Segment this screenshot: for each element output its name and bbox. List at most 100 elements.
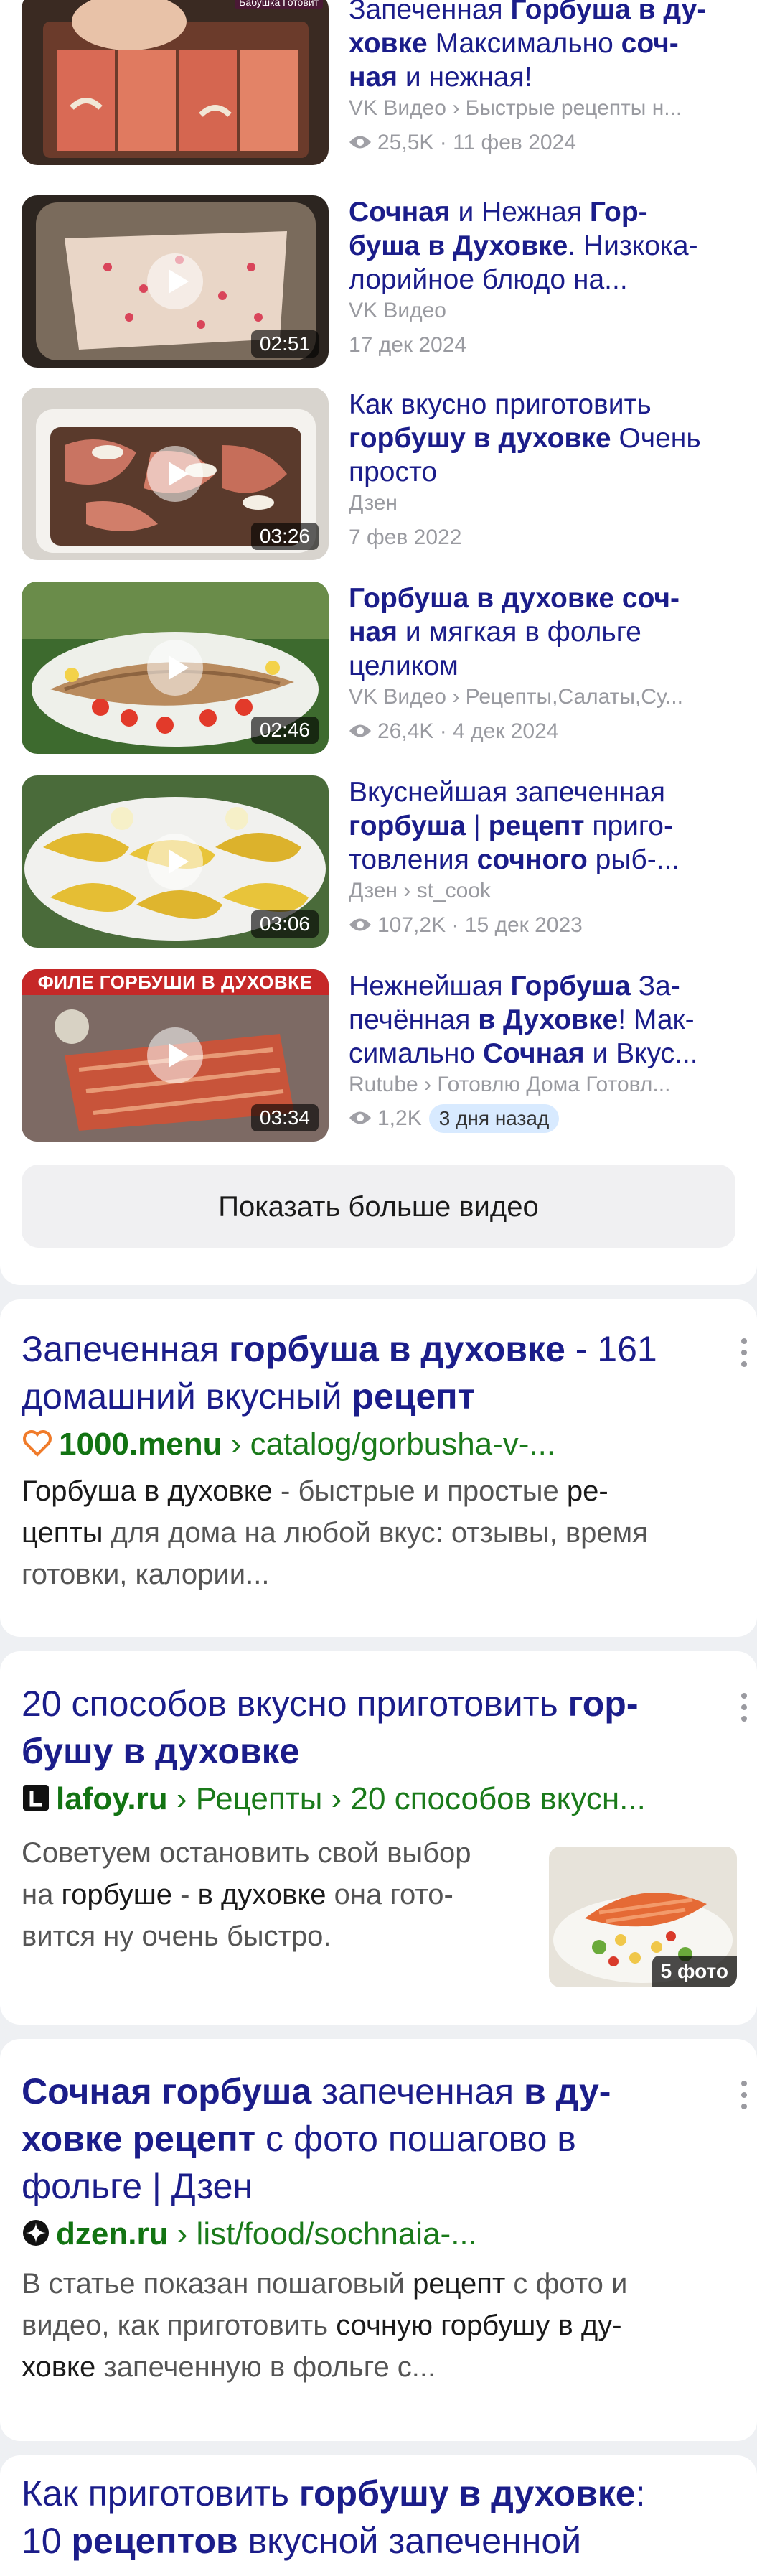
video-stats: 7 фев 2022 (349, 524, 751, 551)
video-thumbnail[interactable]: 03:06 (22, 775, 329, 948)
text-fragment: : (635, 2473, 646, 2514)
thumbnail-banner: ФИЛЕ ГОРБУШИ В ДУХОВКЕ (22, 969, 329, 995)
video-thumbnail[interactable]: 03:26 (22, 388, 329, 560)
dzen-icon (23, 2220, 49, 2246)
more-options-icon[interactable] (740, 1693, 748, 1727)
text-fragment: и Вкус... (584, 1038, 698, 1069)
text-fragment: домашний вкусный (22, 1376, 352, 1417)
video-title[interactable]: Горбуша в духовке соч-ная и мягкая в фол… (349, 582, 757, 683)
video-title[interactable]: Сочная и Нежная Гор-буша в Духовке. Низк… (349, 195, 757, 297)
text-fragment: Очень (611, 423, 701, 454)
video-item[interactable]: 02:51 Сочная и Нежная Гор-буша в Духовке… (22, 195, 739, 368)
result-domain: dzen.ru (56, 2216, 169, 2251)
video-stats: 25,5K · 11 фев 2024 (349, 129, 751, 157)
lafoy-icon (23, 1785, 49, 1811)
eye-icon (349, 724, 371, 737)
video-duration: 02:51 (250, 330, 319, 358)
video-date: 7 фев 2022 (349, 526, 462, 549)
result-url[interactable]: 1000.menu › catalog/gorbusha-v-... (22, 1424, 718, 1465)
play-icon[interactable] (147, 834, 203, 890)
highlighted-term: соч- (621, 28, 679, 59)
video-views: 25,5K (377, 131, 434, 154)
text-fragment: Вкуснейшая запеченная (349, 777, 665, 808)
video-duration: 03:06 (250, 910, 319, 938)
video-item[interactable]: 03:06 Вкуснейшая запеченная горбуша | рец… (22, 775, 739, 948)
text-fragment: 20 способов вкусно приготовить (22, 1684, 568, 1724)
eye-icon (349, 918, 371, 931)
highlighted-term: горбуша в духовке (229, 1329, 565, 1369)
text-fragment: Советуем остановить свой выбор (22, 1837, 471, 1869)
result-title-link[interactable]: Как приготовить горбушу в духовке: 10 рец… (22, 2470, 728, 2565)
highlighted-term: Сочная (349, 197, 451, 228)
highlighted-term: Сочная (482, 1038, 585, 1069)
video-source: VK Видео (349, 299, 446, 322)
video-title[interactable]: Нежнейшая Горбуша За-печённая в Духовке!… (349, 969, 757, 1070)
text-fragment: печённая (349, 1004, 479, 1035)
result-title-link[interactable]: Сочная горбуша запеченная в ду-ховке рец… (22, 2068, 728, 2210)
highlighted-term: ховке рецепт (22, 2119, 256, 2159)
video-source: VK Видео › Быстрые рецепты н... (349, 96, 682, 120)
video-stats: 17 дек 2024 (349, 332, 751, 359)
video-results-card: Бабушка Готовит Запеченная Горбуша в ду-… (0, 0, 757, 1285)
highlighted-term: рецепт (413, 2268, 506, 2300)
highlighted-term: рецепт (352, 1376, 476, 1417)
video-title[interactable]: Запеченная Горбуша в ду-ховке Максимальн… (349, 0, 757, 94)
thumbnail-watermark: Бабушка Готовит (235, 0, 323, 9)
video-thumbnail[interactable]: 02:51 (22, 195, 329, 368)
text-fragment: Максимально (427, 28, 621, 59)
text-fragment: Запеченная (22, 1329, 230, 1369)
result-snippet: В статье показан пошаговый рецепт с фото… (22, 2263, 728, 2388)
video-thumbnail[interactable]: Бабушка Готовит (22, 0, 329, 165)
highlighted-term: гор- (568, 1684, 639, 1724)
video-source: Дзен (349, 491, 398, 515)
result-photo[interactable]: 5 фото (549, 1847, 737, 1987)
highlighted-term: горбуша (349, 811, 466, 841)
result-url[interactable]: dzen.ru › list/food/sochnaia-... (22, 2214, 718, 2254)
play-icon[interactable] (147, 446, 203, 502)
video-date: 17 дек 2024 (349, 333, 467, 357)
search-results-page: Бабушка Готовит Запеченная Горбуша в ду-… (0, 0, 757, 2576)
video-duration: 02:46 (250, 717, 319, 744)
video-title[interactable]: Вкуснейшая запеченная горбуша | рецепт пр… (349, 775, 757, 877)
video-item[interactable]: ФИЛЕ ГОРБУШИ В ДУХОВКЕ 03:34 Нежнейшая Г… (22, 969, 739, 1142)
play-icon[interactable] (147, 640, 203, 696)
text-fragment: - 161 (565, 1329, 657, 1369)
video-thumbnail[interactable]: 02:46 (22, 582, 329, 754)
highlighted-term: ховке (349, 28, 428, 59)
video-stats: 107,2K · 15 дек 2023 (349, 912, 751, 939)
text-fragment: на (22, 1879, 62, 1910)
text-fragment: 10 (22, 2521, 72, 2561)
play-icon[interactable] (147, 1027, 203, 1083)
text-fragment: В статье показан пошаговый (22, 2268, 413, 2300)
video-thumbnail[interactable]: ФИЛЕ ГОРБУШИ В ДУХОВКЕ 03:34 (22, 969, 329, 1142)
highlighted-term: ная (349, 62, 398, 93)
date-badge: 3 дня назад (428, 1104, 560, 1133)
heart-icon (23, 1430, 52, 1457)
highlighted-term: горбушу в духовке (298, 2473, 636, 2514)
result-title-link[interactable]: Запеченная горбуша в духовке - 161 домашн… (22, 1325, 728, 1420)
play-icon[interactable] (147, 253, 203, 309)
search-result: Сочная горбуша запеченная в ду-ховке рец… (0, 2039, 757, 2441)
show-more-videos-button[interactable]: Показать больше видео (22, 1165, 735, 1248)
result-path: › Рецепты › 20 способов вкусн... (167, 1781, 646, 1816)
text-fragment: Как приготовить (22, 2473, 299, 2514)
text-fragment: приго- (584, 811, 673, 841)
result-url[interactable]: lafoy.ru › Рецепты › 20 способов вкусн..… (22, 1779, 718, 1819)
more-options-icon[interactable] (740, 2081, 748, 2115)
highlighted-term: сочного (476, 844, 588, 875)
highlighted-term: в духовке (197, 1879, 326, 1910)
video-item[interactable]: 03:26 Как вкусно приготовить горбушу в ду… (22, 388, 739, 560)
search-result: Как приготовить горбушу в духовке: 10 рец… (0, 2455, 757, 2576)
text-fragment: запеченную в фольге с... (95, 2351, 436, 2383)
video-title[interactable]: Как вкусно приготовить горбушу в духовке … (349, 388, 757, 489)
video-date: 15 дек 2023 (464, 913, 583, 937)
highlighted-term: горбушу в духовке (349, 423, 611, 454)
search-result: 20 способов вкусно приготовить гор-бушу … (0, 1651, 757, 2025)
photo-count-badge: 5 фото (652, 1956, 737, 1987)
highlighted-term: бушу в духовке (22, 1731, 300, 1771)
video-item[interactable]: 02:46 Горбуша в духовке соч-ная и мягкая… (22, 582, 739, 754)
more-options-icon[interactable] (740, 1338, 748, 1373)
video-item[interactable]: Бабушка Готовит Запеченная Горбуша в ду-… (22, 0, 739, 165)
text-fragment: запеченная (311, 2071, 524, 2111)
result-title-link[interactable]: 20 способов вкусно приготовить гор-бушу … (22, 1680, 728, 1775)
